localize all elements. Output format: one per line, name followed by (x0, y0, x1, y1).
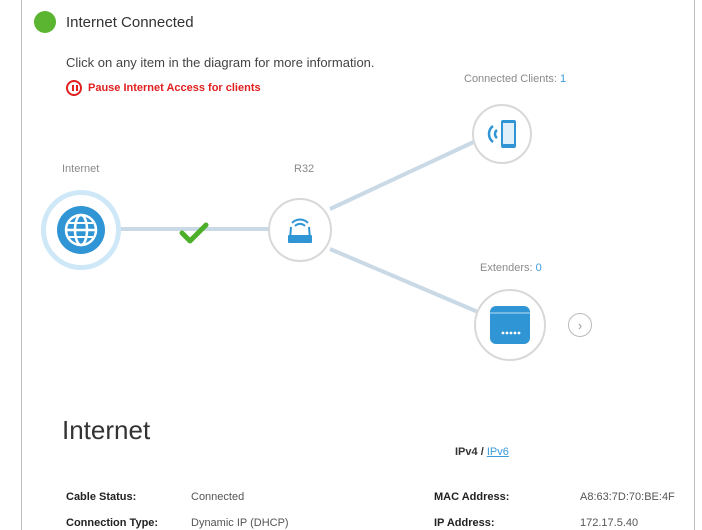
globe-icon (57, 206, 105, 254)
tab-ipv6[interactable]: IPv6 (487, 446, 509, 458)
diagram-connections (120, 138, 479, 314)
tab-ipv4[interactable]: IPv4 (455, 446, 478, 458)
info-value: A8:63:7D:70:BE:4F (580, 491, 675, 503)
tab-separator: / (480, 446, 484, 458)
info-label: Connection Type: (66, 517, 159, 529)
extenders-label: Extenders: 0 (480, 262, 542, 274)
info-value: Dynamic IP (DHCP) (191, 517, 289, 529)
info-label: Cable Status: (66, 491, 137, 503)
info-value-cable-status: Connected (191, 491, 244, 503)
mobile-device-icon (487, 120, 516, 148)
internet-node-label: Internet (62, 163, 100, 175)
clients-label-text: Connected Clients: (464, 73, 557, 85)
section-title: Internet (62, 415, 151, 445)
extenders-count: 0 (535, 262, 542, 274)
info-row-ip-address: IP Address: (434, 517, 495, 529)
info-value-ip-address: 172.17.5.40 (580, 517, 638, 529)
info-value: 172.17.5.40 (580, 517, 639, 529)
clients-count: 1 (560, 73, 567, 85)
internet-node[interactable] (41, 190, 121, 270)
info-label: MAC Address: (434, 491, 510, 503)
clients-label: Connected Clients: 1 (464, 73, 566, 85)
info-value-connection-type: Dynamic IP (DHCP) (191, 517, 289, 529)
router-node[interactable] (268, 198, 332, 262)
connected-check-icon (179, 222, 209, 244)
ip-version-tabs: IPv4 / IPv6 (455, 446, 509, 458)
chevron-right-icon[interactable]: › (568, 313, 592, 337)
extender-device-icon (490, 306, 530, 344)
info-row-mac-address: MAC Address: (434, 491, 509, 503)
info-row-connection-type: Connection Type: (66, 517, 158, 529)
router-icon (288, 218, 312, 243)
info-row-cable-status: Cable Status: (66, 491, 136, 503)
info-value-mac-address: A8:63:7D:70:BE:4F (580, 491, 675, 503)
connected-clients-node[interactable] (472, 104, 532, 164)
router-node-label: R32 (294, 163, 315, 175)
info-label: IP Address: (434, 517, 495, 529)
extenders-label-text: Extenders: (480, 262, 533, 274)
info-value: Connected (191, 491, 245, 503)
extenders-node[interactable] (474, 289, 546, 361)
